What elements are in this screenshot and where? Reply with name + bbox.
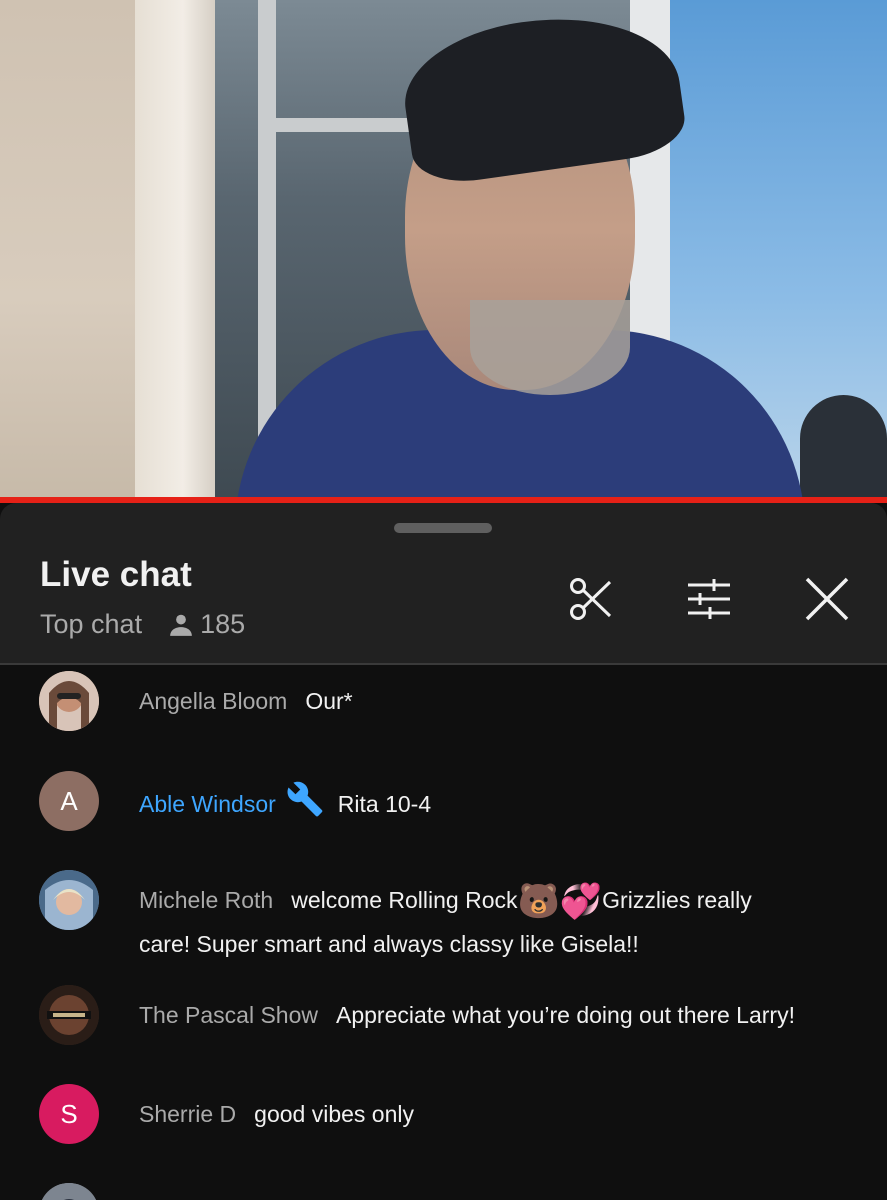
viewer-count-group: 185 — [168, 609, 245, 640]
user-photo — [39, 1183, 99, 1200]
chat-settings-button[interactable] — [681, 571, 737, 627]
user-photo — [39, 985, 99, 1045]
user-photo — [39, 671, 99, 731]
chat-mode-selector[interactable]: Top chat — [40, 609, 142, 640]
avatar[interactable] — [39, 985, 99, 1045]
clip-button[interactable] — [563, 571, 619, 627]
message-text: Grizzlies really — [602, 887, 752, 913]
avatar-letter: A — [60, 785, 78, 816]
avatar-letter: S — [60, 1098, 78, 1129]
chat-subheader: Top chat 185 — [40, 609, 245, 640]
close-chat-button[interactable] — [799, 571, 855, 627]
user-photo — [39, 870, 99, 930]
message-text: Rita 10-4 — [337, 791, 432, 818]
chat-message-list[interactable]: Angella Bloom Our* A Able Windsor Rita 10-… — [0, 665, 887, 1200]
viewer-count: 185 — [200, 609, 246, 639]
message-text: welcome Rolling Rock — [291, 887, 518, 913]
message-author[interactable]: Able Windsor — [139, 791, 276, 817]
avatar[interactable]: A — [39, 771, 99, 831]
moderator-badge — [286, 780, 324, 832]
message-text: Our* — [305, 688, 353, 714]
message-text: care! Super smart and always classy like… — [139, 931, 639, 958]
person-icon — [170, 614, 192, 636]
scissors-icon — [570, 578, 612, 620]
message-author[interactable]: Angella Bloom — [139, 688, 287, 714]
avatar[interactable] — [39, 671, 99, 731]
message-author[interactable]: Michele Roth — [139, 887, 273, 913]
sliders-icon — [688, 579, 730, 619]
message-author[interactable]: The Pascal Show — [139, 1002, 318, 1028]
drag-handle[interactable] — [394, 523, 492, 533]
message-text: good vibes only — [254, 1101, 414, 1127]
avatar[interactable] — [39, 1183, 99, 1200]
message-text: Appreciate what you’re doing out there L… — [335, 1002, 795, 1028]
video-player[interactable] — [0, 0, 887, 497]
avatar[interactable]: S — [39, 1084, 99, 1144]
chat-header: Live chat Top chat 185 — [0, 503, 887, 665]
chat-title: Live chat — [40, 555, 192, 594]
wrench-icon — [287, 781, 323, 817]
live-chat-panel: Live chat Top chat 185 Angella Bloom Our… — [0, 503, 887, 1200]
bear-emoji: 🐻 — [517, 882, 560, 921]
avatar[interactable] — [39, 870, 99, 930]
close-icon — [805, 577, 849, 621]
hearts-emoji: 💞 — [559, 882, 603, 921]
message-author[interactable]: Sherrie D — [139, 1101, 236, 1127]
